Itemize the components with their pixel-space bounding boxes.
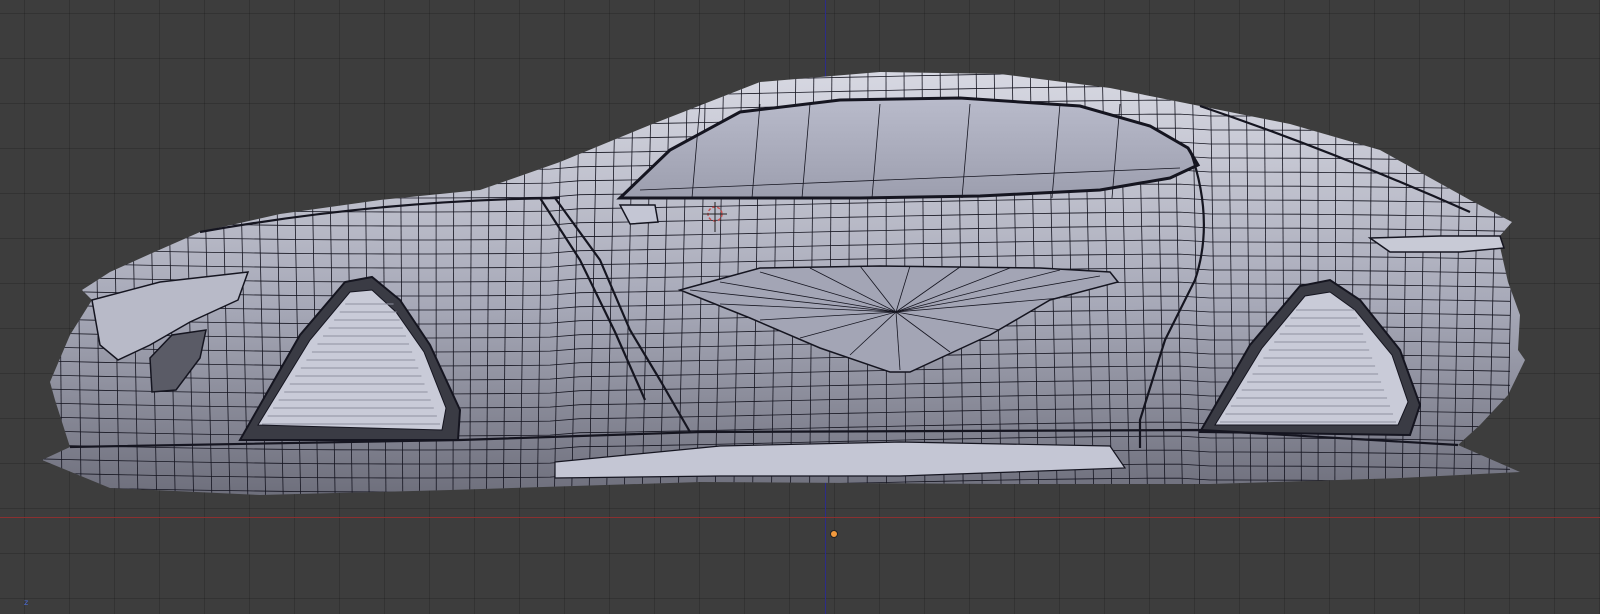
car-mesh[interactable]: [0, 0, 1600, 614]
3d-viewport[interactable]: z: [0, 0, 1600, 614]
mesh-edge: [57, 72, 63, 495]
object-origin-icon[interactable]: [830, 530, 838, 538]
taillight: [1367, 235, 1506, 253]
view-axis-icon: z: [24, 598, 29, 607]
3d-cursor-icon[interactable]: [703, 202, 727, 234]
mesh-edge: [1505, 72, 1517, 495]
mesh-edge: [42, 72, 44, 495]
